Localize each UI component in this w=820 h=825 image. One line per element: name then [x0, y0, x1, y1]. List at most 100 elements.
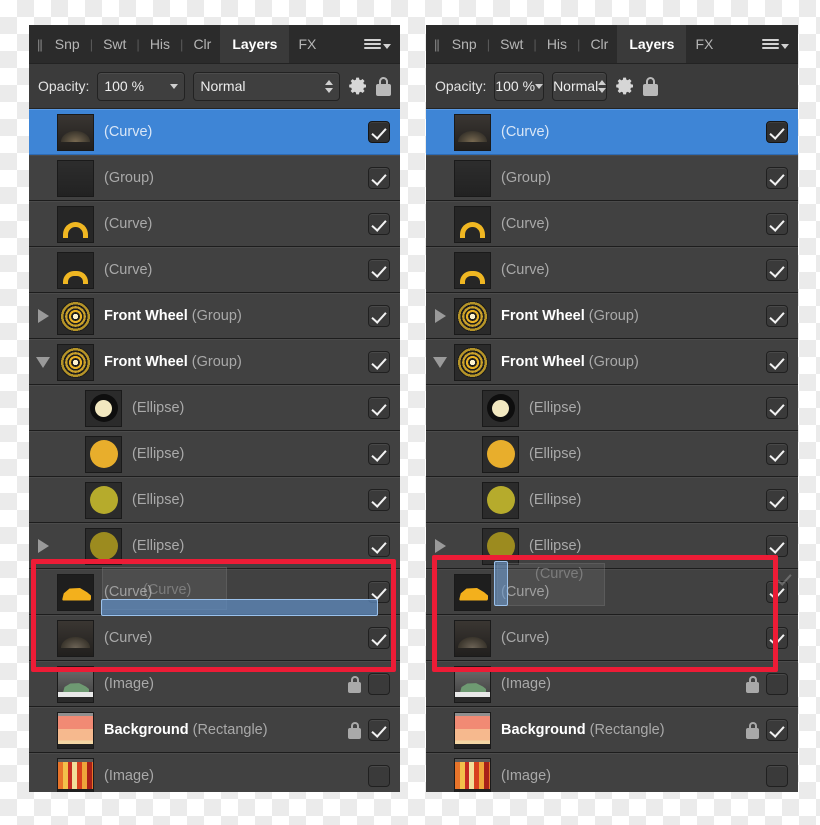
panel-grip-handle[interactable]: ||: [426, 37, 443, 52]
tab-his[interactable]: His: [538, 25, 576, 63]
tab-swt[interactable]: Swt: [94, 25, 135, 63]
layer-visibility-checkbox[interactable]: [368, 121, 390, 143]
layer-visibility-checkbox[interactable]: [368, 719, 390, 741]
tab-swt[interactable]: Swt: [491, 25, 532, 63]
layer-visibility-checkbox[interactable]: [766, 443, 788, 465]
hamburger-menu-icon[interactable]: [762, 37, 789, 51]
layer-visibility-checkbox[interactable]: [368, 351, 390, 373]
layer-row[interactable]: (Group): [426, 155, 798, 201]
layer-list[interactable]: (Curve) (Group) (Curve) (Curve) Front Wheel …: [29, 109, 400, 792]
layer-row[interactable]: (Curve): [29, 109, 400, 155]
layer-row[interactable]: (Curve): [29, 569, 400, 615]
layer-row[interactable]: (Image): [426, 661, 798, 707]
layer-row[interactable]: (Image): [426, 753, 798, 792]
layer-visibility-checkbox[interactable]: [368, 673, 390, 695]
tab-clr[interactable]: Clr: [581, 25, 617, 63]
opacity-input[interactable]: 100 %: [494, 71, 545, 101]
tab-fx[interactable]: FX: [289, 25, 325, 63]
layer-visibility-checkbox[interactable]: [368, 167, 390, 189]
layer-row[interactable]: (Image): [29, 753, 400, 792]
layer-visibility-checkbox[interactable]: [368, 397, 390, 419]
layer-visibility-checkbox[interactable]: [368, 305, 390, 327]
layer-row[interactable]: (Ellipse): [426, 477, 798, 523]
hamburger-menu-icon[interactable]: [364, 37, 391, 51]
layer-visibility-checkbox[interactable]: [766, 627, 788, 649]
layer-visibility-checkbox[interactable]: [766, 581, 788, 603]
layer-visibility-checkbox[interactable]: [766, 121, 788, 143]
disclosure-triangle-collapsed-icon[interactable]: [430, 539, 450, 553]
layer-row[interactable]: (Curve): [29, 247, 400, 293]
tab-layers[interactable]: Layers: [617, 25, 687, 63]
tab-his[interactable]: His: [141, 25, 179, 63]
layer-lock-icon[interactable]: [348, 675, 361, 693]
lock-icon[interactable]: [376, 76, 391, 96]
layer-row[interactable]: (Curve): [29, 201, 400, 247]
layer-visibility-checkbox[interactable]: [368, 627, 390, 649]
layer-lock-icon[interactable]: [348, 721, 361, 739]
layer-row[interactable]: Front Wheel (Group): [426, 293, 798, 339]
layer-visibility-checkbox[interactable]: [766, 719, 788, 741]
tab-clr[interactable]: Clr: [184, 25, 220, 63]
layer-row[interactable]: (Group): [29, 155, 400, 201]
tab-fx[interactable]: FX: [686, 25, 722, 63]
layer-visibility-checkbox[interactable]: [368, 489, 390, 511]
layer-name: Background: [104, 722, 189, 738]
disclosure-triangle-collapsed-icon[interactable]: [430, 309, 450, 323]
layer-list[interactable]: (Curve) (Group) (Curve) (Curve) Front Wheel …: [426, 109, 798, 792]
layer-row[interactable]: (Curve): [29, 615, 400, 661]
layer-row[interactable]: (Ellipse): [426, 385, 798, 431]
layer-row[interactable]: (Ellipse): [29, 385, 400, 431]
opacity-input[interactable]: 100 %: [97, 71, 186, 101]
layer-row[interactable]: (Curve): [426, 615, 798, 661]
layer-visibility-checkbox[interactable]: [766, 673, 788, 695]
disclosure-triangle-collapsed-icon[interactable]: [33, 539, 53, 553]
layer-visibility-checkbox[interactable]: [368, 581, 390, 603]
layer-row[interactable]: (Image): [29, 661, 400, 707]
layer-thumbnail: [454, 665, 491, 703]
layer-row[interactable]: (Curve): [426, 247, 798, 293]
layer-visibility-checkbox[interactable]: [766, 489, 788, 511]
layer-thumbnail: [454, 113, 491, 151]
layer-row[interactable]: Background (Rectangle): [29, 707, 400, 753]
layer-visibility-checkbox[interactable]: [368, 443, 390, 465]
layer-visibility-checkbox[interactable]: [766, 535, 788, 557]
layer-row[interactable]: (Ellipse): [426, 523, 798, 569]
layer-row[interactable]: (Curve): [426, 201, 798, 247]
layer-row[interactable]: Background (Rectangle): [426, 707, 798, 753]
blend-mode-select[interactable]: Normal: [193, 71, 340, 101]
layer-visibility-checkbox[interactable]: [766, 259, 788, 281]
layer-visibility-checkbox[interactable]: [766, 765, 788, 787]
layer-visibility-checkbox[interactable]: [766, 167, 788, 189]
layer-lock-icon[interactable]: [746, 675, 759, 693]
layer-row[interactable]: (Ellipse): [29, 477, 400, 523]
layer-row[interactable]: Front Wheel (Group): [29, 293, 400, 339]
layer-visibility-checkbox[interactable]: [766, 305, 788, 327]
gear-icon[interactable]: [615, 76, 635, 96]
layer-visibility-checkbox[interactable]: [766, 397, 788, 419]
disclosure-triangle-collapsed-icon[interactable]: [33, 309, 53, 323]
layer-visibility-checkbox[interactable]: [368, 535, 390, 557]
tab-snp[interactable]: Snp: [46, 25, 89, 63]
blend-mode-select[interactable]: Normal: [552, 71, 608, 101]
layer-thumbnail: [454, 159, 491, 197]
layer-visibility-checkbox[interactable]: [766, 213, 788, 235]
gear-icon[interactable]: [348, 76, 368, 96]
panel-grip-handle[interactable]: ||: [29, 37, 46, 52]
layer-row[interactable]: Front Wheel (Group): [426, 339, 798, 385]
layer-row[interactable]: (Ellipse): [29, 523, 400, 569]
lock-icon[interactable]: [643, 76, 659, 96]
disclosure-triangle-expanded-icon[interactable]: [430, 356, 450, 368]
layer-row[interactable]: (Ellipse): [29, 431, 400, 477]
layer-lock-icon[interactable]: [746, 721, 759, 739]
layer-row[interactable]: (Curve): [426, 569, 798, 615]
tab-snp[interactable]: Snp: [443, 25, 486, 63]
layer-visibility-checkbox[interactable]: [368, 259, 390, 281]
layer-visibility-checkbox[interactable]: [766, 351, 788, 373]
layer-visibility-checkbox[interactable]: [368, 765, 390, 787]
tab-layers[interactable]: Layers: [220, 25, 290, 63]
layer-row[interactable]: Front Wheel (Group): [29, 339, 400, 385]
disclosure-triangle-expanded-icon[interactable]: [33, 356, 53, 368]
layer-row[interactable]: (Ellipse): [426, 431, 798, 477]
layer-row[interactable]: (Curve): [426, 109, 798, 155]
layer-visibility-checkbox[interactable]: [368, 213, 390, 235]
